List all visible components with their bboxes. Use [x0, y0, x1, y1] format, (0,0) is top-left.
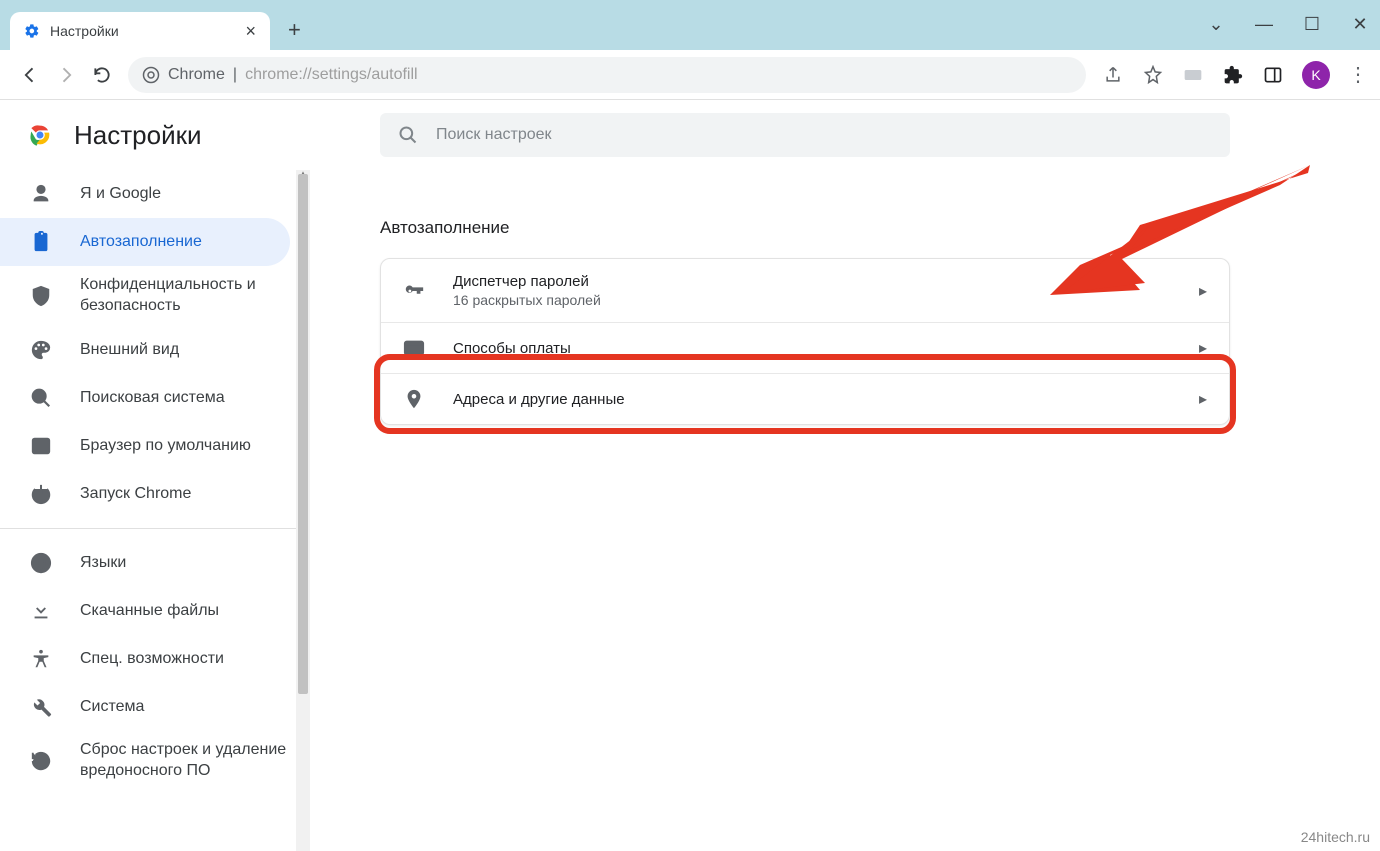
omnibox-separator: |: [233, 66, 237, 84]
chevron-right-icon: ▸: [1199, 338, 1207, 358]
wrench-icon: [30, 696, 52, 718]
window-controls: ⌄ — ☐ ✕: [1206, 14, 1370, 35]
omnibox-url: chrome://settings/autofill: [245, 66, 418, 84]
row-title: Диспетчер паролей: [453, 273, 1199, 290]
section-title: Автозаполнение: [380, 218, 1310, 238]
maximize-icon[interactable]: ☐: [1302, 14, 1322, 35]
keyboard-icon[interactable]: [1182, 64, 1204, 86]
settings-sidebar: Я и Google Автозаполнение Конфиденциальн…: [0, 170, 310, 851]
back-button[interactable]: [12, 57, 48, 93]
scrollbar-thumb[interactable]: [298, 174, 308, 694]
browser-toolbar: Chrome | chrome://settings/autofill K ⋮: [0, 50, 1380, 100]
sidebar-item-default-browser[interactable]: Браузер по умолчанию: [0, 422, 290, 470]
clipboard-icon: [30, 231, 52, 253]
page-title: Настройки: [74, 120, 202, 151]
chrome-icon: [142, 66, 160, 84]
reload-button[interactable]: [84, 57, 120, 93]
autofill-card: Диспетчер паролей 16 раскрытых паролей ▸…: [380, 258, 1230, 425]
sidebar-item-me-and-google[interactable]: Я и Google: [0, 170, 290, 218]
globe-icon: [30, 552, 52, 574]
credit-card-icon: [403, 337, 425, 359]
search-placeholder: Поиск настроек: [436, 126, 552, 144]
sidebar-item-downloads[interactable]: Скачанные файлы: [0, 587, 290, 635]
row-subtitle: 16 раскрытых паролей: [453, 292, 1199, 308]
browser-window-icon: [30, 435, 52, 457]
download-icon: [30, 600, 52, 622]
watermark: 24hitech.ru: [1301, 829, 1370, 845]
sidebar-scrollbar[interactable]: ▴: [296, 170, 310, 851]
search-icon: [398, 125, 418, 145]
restore-icon: [30, 750, 52, 772]
sidebar-item-reset[interactable]: Сброс настроек и удаление вредоносного П…: [0, 731, 290, 791]
browser-tab[interactable]: Настройки ×: [10, 12, 270, 50]
sidebar-item-languages[interactable]: Языки: [0, 539, 290, 587]
chrome-logo-icon: [26, 121, 54, 149]
tab-close-icon[interactable]: ×: [245, 21, 256, 42]
search-icon: [30, 387, 52, 409]
omnibox-prefix: Chrome: [168, 66, 225, 84]
sidebar-item-privacy[interactable]: Конфиденциальность и безопасность: [0, 266, 290, 326]
sidebar-divider: [0, 528, 310, 529]
person-icon: [30, 183, 52, 205]
new-tab-button[interactable]: +: [288, 17, 301, 43]
chevron-right-icon: ▸: [1199, 281, 1207, 301]
palette-icon: [30, 339, 52, 361]
chevron-right-icon: ▸: [1199, 389, 1207, 409]
sidebar-item-accessibility[interactable]: Спец. возможности: [0, 635, 290, 683]
row-title: Адреса и другие данные: [453, 391, 1199, 408]
row-password-manager[interactable]: Диспетчер паролей 16 раскрытых паролей ▸: [381, 259, 1229, 322]
forward-button[interactable]: [48, 57, 84, 93]
gear-icon: [24, 23, 40, 39]
extensions-icon[interactable]: [1222, 64, 1244, 86]
window-titlebar: Настройки × + ⌄ — ☐ ✕: [0, 0, 1380, 50]
address-bar[interactable]: Chrome | chrome://settings/autofill: [128, 57, 1086, 93]
close-icon[interactable]: ✕: [1350, 14, 1370, 35]
profile-avatar[interactable]: K: [1302, 61, 1330, 89]
chevron-down-icon[interactable]: ⌄: [1206, 14, 1226, 35]
power-icon: [30, 483, 52, 505]
sidebar-item-on-startup[interactable]: Запуск Chrome: [0, 470, 290, 518]
key-icon: [403, 280, 425, 302]
sidepanel-icon[interactable]: [1262, 64, 1284, 86]
sidebar-item-search-engine[interactable]: Поисковая система: [0, 374, 290, 422]
shield-icon: [30, 285, 52, 307]
row-payment-methods[interactable]: Способы оплаты ▸: [381, 322, 1229, 373]
share-icon[interactable]: [1102, 64, 1124, 86]
location-pin-icon: [403, 388, 425, 410]
row-addresses[interactable]: Адреса и другие данные ▸: [381, 373, 1229, 424]
sidebar-item-system[interactable]: Система: [0, 683, 290, 731]
sidebar-item-appearance[interactable]: Внешний вид: [0, 326, 290, 374]
row-title: Способы оплаты: [453, 340, 1199, 357]
menu-kebab-icon[interactable]: ⋮: [1348, 62, 1368, 87]
tab-title: Настройки: [50, 23, 245, 39]
sidebar-item-autofill[interactable]: Автозаполнение: [0, 218, 290, 266]
minimize-icon[interactable]: —: [1254, 14, 1274, 35]
settings-header: Настройки: [0, 100, 310, 170]
bookmark-star-icon[interactable]: [1142, 64, 1164, 86]
settings-search-input[interactable]: Поиск настроек: [380, 113, 1230, 157]
accessibility-icon: [30, 648, 52, 670]
